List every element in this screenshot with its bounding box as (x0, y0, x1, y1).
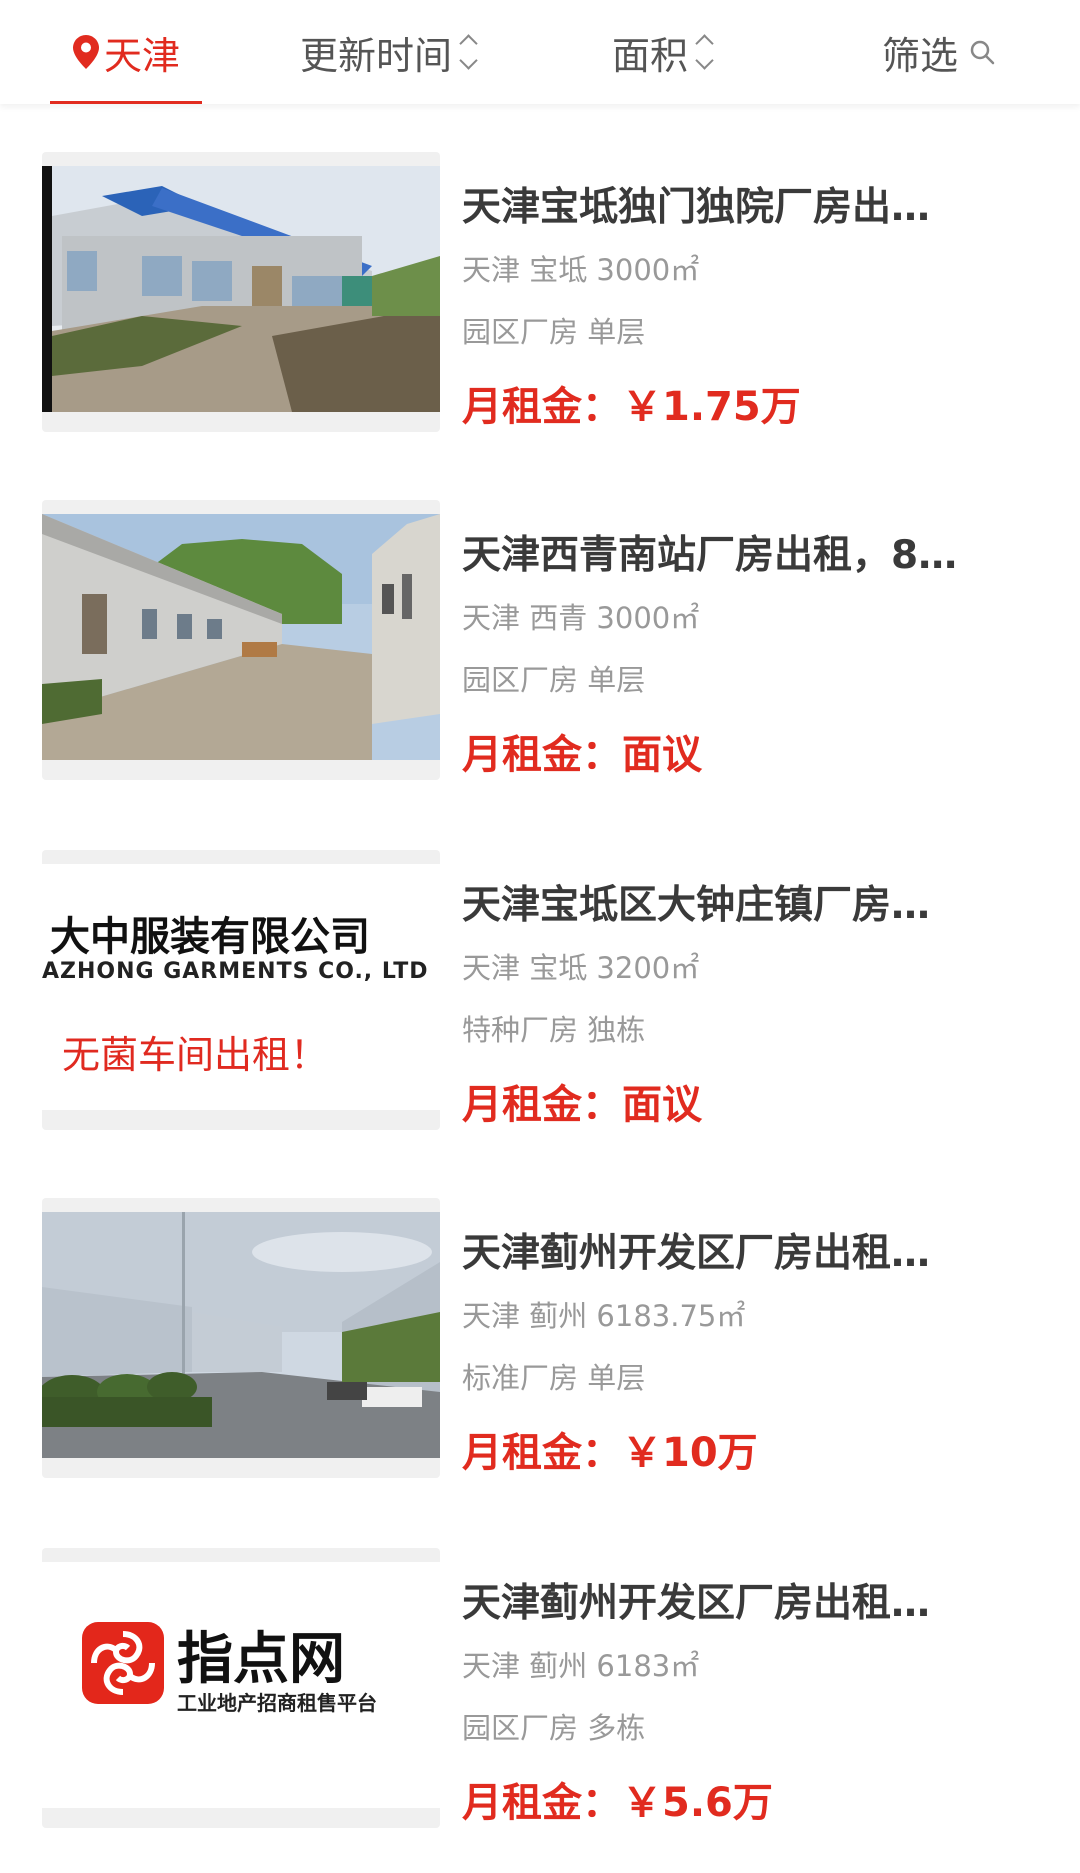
listing-title: 天津宝坻独门独院厂房出… (462, 185, 931, 230)
listing-card[interactable]: 指点网 工业地产招商租售平台 天津蓟州开发区厂房出租… 天津 蓟州 6183㎡ … (0, 1548, 1080, 1828)
sort-arrows-icon (695, 34, 714, 70)
search-icon (968, 38, 996, 66)
listing-location-area: 天津 蓟州 6183.75㎡ (462, 1299, 746, 1333)
listing-info: 天津宝坻独门独院厂房出… 天津 宝坻 3000㎡ 园区厂房 单层 月租金：￥1.… (462, 152, 1042, 432)
listing-price: 月租金：￥10万 (462, 1420, 1042, 1478)
sort-update-time-tab[interactable]: 更新时间 (300, 0, 478, 104)
filter-bar: 天津 更新时间 面积 筛选 (0, 0, 1080, 104)
banner-company-name: 大中服装有限公司 (50, 914, 370, 960)
listing-type: 园区厂房 单层 (462, 315, 646, 349)
listing-info: 天津蓟州开发区厂房出租… 天津 蓟州 6183㎡ 园区厂房 多栋 月租金：￥5.… (462, 1548, 1042, 1828)
listing-location-area: 天津 宝坻 3000㎡ (462, 253, 700, 287)
listing-title: 天津西青南站厂房出租，8… (462, 533, 958, 578)
price-value: 面议 (622, 732, 702, 778)
sort-area-label: 面积 (612, 33, 689, 78)
listing-info: 天津蓟州开发区厂房出租… 天津 蓟州 6183.75㎡ 标准厂房 单层 月租金：… (462, 1198, 1042, 1478)
listing-thumbnail: 指点网 工业地产招商租售平台 (42, 1548, 440, 1828)
company-banner-image: 大中服装有限公司 AZHONG GARMENTS CO., LTD 无菌车间出租… (42, 864, 440, 1110)
factory-photo (42, 166, 440, 412)
price-label: 月租金： (462, 1430, 622, 1476)
city-filter-tab[interactable]: 天津 (50, 0, 203, 104)
listing-thumbnail (42, 500, 440, 780)
listing-price: 月租金：面议 (462, 722, 1042, 780)
active-tab-indicator (50, 101, 203, 104)
listing-card[interactable]: 大中服装有限公司 AZHONG GARMENTS CO., LTD 无菌车间出租… (0, 850, 1080, 1130)
listing-thumbnail (42, 152, 440, 432)
listing-thumbnail (42, 1198, 440, 1478)
listing-type: 特种厂房 独栋 (462, 1013, 646, 1047)
listing-type: 园区厂房 单层 (462, 663, 646, 697)
listing-type: 标准厂房 单层 (462, 1361, 646, 1395)
listing-card[interactable]: 天津西青南站厂房出租，8… 天津 西青 3000㎡ 园区厂房 单层 月租金：面议 (0, 500, 1080, 780)
brand-logo-image: 指点网 工业地产招商租售平台 (42, 1562, 440, 1808)
filter-label: 筛选 (882, 33, 959, 78)
listing-price: 月租金：￥1.75万 (462, 374, 1042, 432)
banner-company-english: AZHONG GARMENTS CO., LTD (42, 959, 429, 984)
listing-location-area: 天津 西青 3000㎡ (462, 601, 700, 635)
price-value: 面议 (622, 1082, 702, 1128)
brand-logo-icon (82, 1622, 164, 1704)
listing-card[interactable]: 天津宝坻独门独院厂房出… 天津 宝坻 3000㎡ 园区厂房 单层 月租金：￥1.… (0, 152, 1080, 432)
listing-location-area: 天津 蓟州 6183㎡ (462, 1649, 700, 1683)
location-pin-icon (72, 34, 100, 70)
price-label: 月租金： (462, 1082, 622, 1128)
listing-card[interactable]: 天津蓟州开发区厂房出租… 天津 蓟州 6183.75㎡ 标准厂房 单层 月租金：… (0, 1198, 1080, 1478)
sort-area-tab[interactable]: 面积 (612, 0, 714, 104)
sort-update-time-label: 更新时间 (300, 33, 453, 78)
price-label: 月租金： (462, 384, 622, 430)
listing-price: 月租金：面议 (462, 1072, 1042, 1130)
factory-photo (42, 1212, 440, 1458)
listing-thumbnail: 大中服装有限公司 AZHONG GARMENTS CO., LTD 无菌车间出租… (42, 850, 440, 1130)
listing-title: 天津蓟州开发区厂房出租… (462, 1231, 931, 1276)
banner-red-slogan: 无菌车间出租！ (62, 1033, 329, 1077)
listing-info: 天津宝坻区大钟庄镇厂房… 天津 宝坻 3200㎡ 特种厂房 独栋 月租金：面议 (462, 850, 1042, 1130)
price-label: 月租金： (462, 1780, 622, 1826)
factory-photo (42, 514, 440, 760)
listing-type: 园区厂房 多栋 (462, 1711, 646, 1745)
price-value: ￥5.6万 (622, 1780, 773, 1826)
price-value: ￥1.75万 (622, 384, 801, 430)
brand-slogan: 工业地产招商租售平台 (177, 1691, 377, 1715)
city-filter-label: 天津 (104, 33, 181, 78)
listing-location-area: 天津 宝坻 3200㎡ (462, 951, 700, 985)
price-value: ￥10万 (622, 1430, 758, 1476)
filter-tab[interactable]: 筛选 (882, 0, 996, 104)
listing-title: 天津宝坻区大钟庄镇厂房… (462, 883, 931, 928)
listing-price: 月租金：￥5.6万 (462, 1770, 1042, 1828)
brand-logo-text: 指点网 (177, 1627, 345, 1692)
sort-arrows-icon (459, 34, 478, 70)
listing-info: 天津西青南站厂房出租，8… 天津 西青 3000㎡ 园区厂房 单层 月租金：面议 (462, 500, 1042, 780)
listing-title: 天津蓟州开发区厂房出租… (462, 1581, 931, 1626)
price-label: 月租金： (462, 732, 622, 778)
